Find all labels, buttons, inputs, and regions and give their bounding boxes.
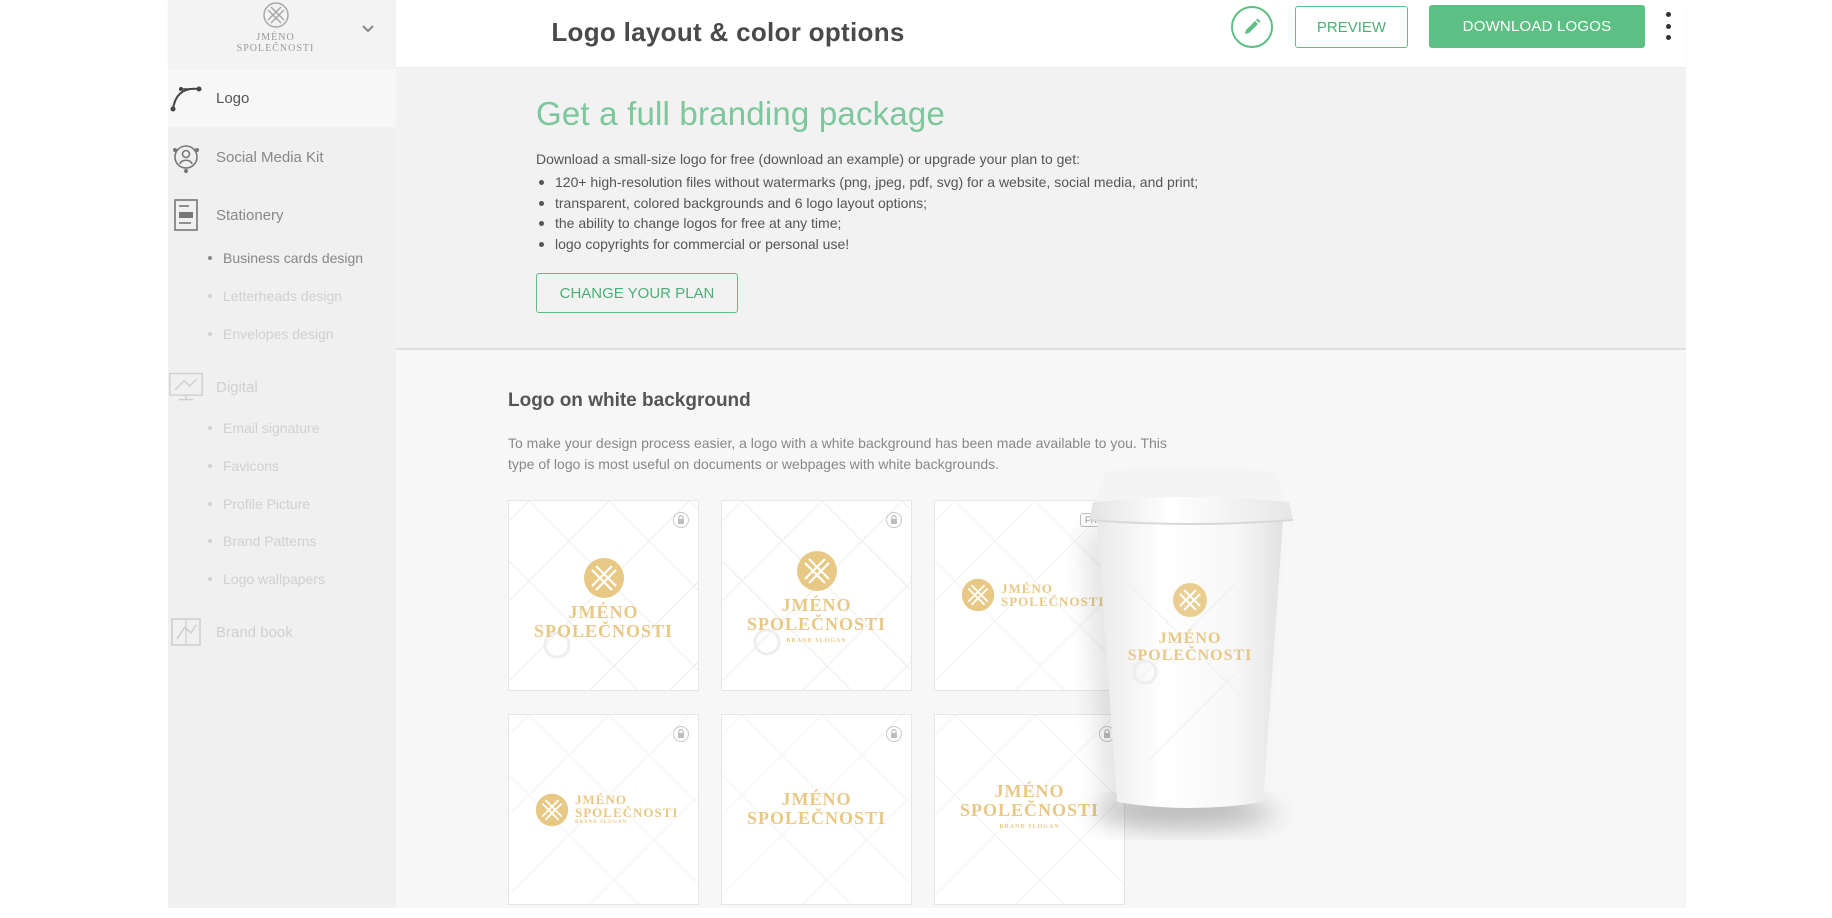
sidebar-item-label: Digital — [216, 378, 258, 396]
logo-layout-tile[interactable]: JMÉNO SPOLEČNOSTI — [508, 500, 699, 691]
sidebar-item-label: Stationery — [216, 206, 284, 224]
list-item: logo copyrights for commercial or person… — [536, 234, 1198, 255]
sidebar-subitem-brand-patterns[interactable]: Brand Patterns — [208, 533, 316, 549]
sidebar: Logo Social Media Kit Stationery Busines… — [168, 69, 396, 908]
logo-tagline: BRAND SLOGAN — [786, 638, 847, 644]
logo-preview: JMÉNO SPOLEČNOSTI BRAND SLOGAN — [722, 550, 911, 646]
sidebar-item-label: Social Media Kit — [216, 148, 324, 166]
chevron-down-icon[interactable] — [358, 18, 378, 38]
app-window: JMÉNO SPOLEČNOSTI Logo layout & color op… — [168, 0, 1686, 908]
logo-preview: JMÉNO SPOLEČNOSTI — [509, 557, 698, 641]
pencil-icon — [1245, 18, 1261, 34]
logo-layout-tile[interactable]: JMÉNO SPOLEČNOSTI — [721, 714, 912, 905]
logo-name-line2: SPOLEČNOSTI — [746, 808, 887, 828]
more-options-icon[interactable] — [1662, 12, 1674, 40]
lock-icon — [886, 512, 902, 528]
lock-icon — [673, 512, 689, 528]
logo-mark-icon — [583, 558, 624, 598]
logo-mark-icon — [262, 2, 289, 28]
logo-tagline: BRAND SLOGAN — [575, 820, 628, 825]
sidebar-subitem-label: Profile Picture — [223, 496, 311, 512]
sidebar-subitem-business-cards[interactable]: Business cards design — [208, 250, 363, 266]
change-plan-button[interactable]: CHANGE YOUR PLAN — [536, 273, 738, 313]
edit-button[interactable] — [1231, 6, 1273, 48]
logo-name-line1: JMÉNO — [781, 789, 852, 809]
logo-name-line2: SPOLEČNOSTI — [746, 614, 887, 634]
lock-icon — [673, 726, 689, 742]
logo-preview: JMÉNO SPOLEČNOSTI — [722, 790, 911, 828]
sidebar-subitem-email-signature[interactable]: Email signature — [208, 420, 320, 436]
sidebar-subitem-profile-picture[interactable]: Profile Picture — [208, 496, 310, 512]
sidebar-item-digital[interactable]: Digital — [168, 358, 396, 416]
logo-name-line2: SPOLEČNOSTI — [575, 805, 679, 820]
cup-logo-text: JMÉNO SPOLEČNOSTI — [1107, 630, 1273, 664]
sidebar-item-label: Logo — [216, 89, 250, 107]
social-kit-icon — [168, 139, 204, 175]
page-title: Logo layout & color options — [551, 17, 905, 47]
list-item: the ability to change logos for free at … — [536, 213, 1198, 234]
monitor-icon — [168, 369, 204, 405]
logo-switcher[interactable]: JMÉNO SPOLEČNOSTI — [168, 0, 396, 68]
sidebar-item-social-media-kit[interactable]: Social Media Kit — [168, 128, 396, 186]
logo-mark-icon — [535, 793, 569, 827]
logo-name-line1: JMÉNO — [781, 595, 852, 615]
sidebar-item-brand-book[interactable]: Brand book — [168, 603, 396, 661]
current-logo-thumbnail: JMÉNO SPOLEČNOSTI — [213, 0, 338, 68]
logo-white-background-section: Logo on white background To make your de… — [396, 352, 1686, 908]
section-title: Logo on white background — [508, 390, 751, 411]
logo-name-line2: SPOLEČNOSTI — [533, 621, 674, 641]
cup-logo-line1: JMÉNO — [1158, 630, 1222, 647]
sidebar-subitem-label: Email signature — [223, 420, 320, 436]
sidebar-subitem-favicons[interactable]: Favicons — [208, 458, 279, 474]
coffee-cup-mockup: JMÉNO SPOLEČNOSTI — [1067, 462, 1327, 842]
logo-mark-icon — [961, 578, 995, 612]
sidebar-subitem-logo-wallpapers[interactable]: Logo wallpapers — [208, 571, 325, 587]
lock-icon — [886, 726, 902, 742]
mini-logo-line2: SPOLEČNOSTI — [236, 43, 315, 54]
sidebar-item-logo[interactable]: Logo — [168, 69, 396, 127]
promo-intro: Download a small-size logo for free (dow… — [536, 151, 1080, 167]
bezier-pen-icon — [168, 80, 204, 116]
preview-button[interactable]: PREVIEW — [1295, 6, 1408, 48]
logo-preview: JMÉNO SPOLEČNOSTI BRAND SLOGAN — [535, 793, 678, 827]
download-logos-button[interactable]: DOWNLOAD LOGOS — [1429, 5, 1645, 48]
sidebar-subitem-label: Letterheads design — [223, 288, 343, 304]
brand-book-icon — [168, 614, 204, 650]
list-item: 120+ high-resolution files without water… — [536, 172, 1198, 193]
logo-layout-tile[interactable]: JMÉNO SPOLEČNOSTI BRAND SLOGAN — [721, 500, 912, 691]
stationery-icon — [168, 197, 204, 233]
sidebar-subitem-letterheads[interactable]: Letterheads design — [208, 288, 342, 304]
sidebar-subitem-label: Logo wallpapers — [223, 571, 325, 587]
mini-logo-line1: JMÉNO — [256, 32, 295, 43]
upgrade-promo-banner: Get a full branding package Download a s… — [396, 69, 1686, 350]
sidebar-item-stationery[interactable]: Stationery — [168, 186, 396, 244]
sidebar-subitem-envelopes[interactable]: Envelopes design — [208, 326, 334, 342]
sidebar-subitem-label: Envelopes design — [223, 326, 334, 342]
list-item: transparent, colored backgrounds and 6 l… — [536, 193, 1198, 214]
sidebar-item-label: Brand book — [216, 623, 293, 641]
sidebar-subitem-label: Business cards design — [223, 250, 364, 266]
cup-logo-line2: SPOLEČNOSTI — [1127, 647, 1253, 664]
logo-name-line1: JMÉNO — [994, 781, 1065, 801]
sidebar-subitem-label: Favicons — [223, 458, 280, 474]
top-bar: JMÉNO SPOLEČNOSTI Logo layout & color op… — [168, 0, 1686, 68]
promo-benefits-list: 120+ high-resolution files without water… — [536, 172, 1198, 254]
logo-mark-icon — [796, 551, 837, 591]
logo-name-line1: JMÉNO — [568, 602, 639, 622]
promo-title: Get a full branding package — [536, 95, 946, 132]
logo-tagline: BRAND SLOGAN — [999, 824, 1060, 830]
sidebar-subitem-label: Brand Patterns — [223, 533, 317, 549]
logo-layout-tile[interactable]: JMÉNO SPOLEČNOSTI BRAND SLOGAN — [508, 714, 699, 905]
